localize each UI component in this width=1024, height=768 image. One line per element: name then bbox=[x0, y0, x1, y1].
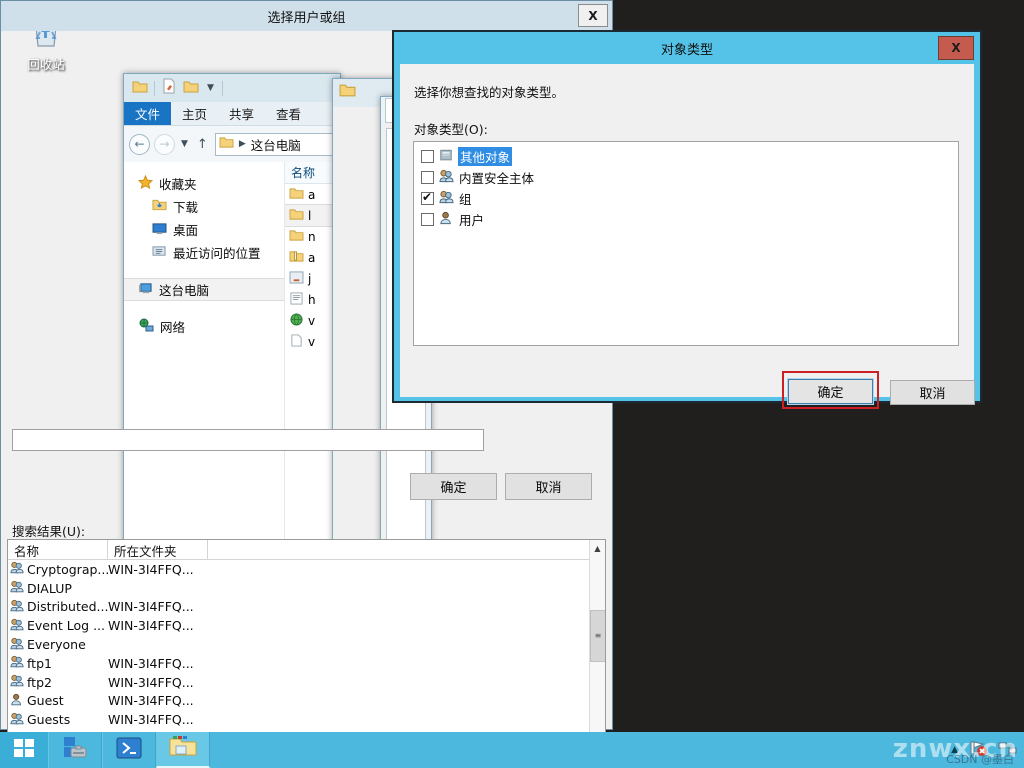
row-name: Distributed... bbox=[27, 599, 108, 615]
scrollbar-thumb[interactable]: ≡ bbox=[590, 610, 605, 662]
group-icon bbox=[10, 618, 24, 634]
table-row[interactable]: ftp1 WIN-3I4FFQ... bbox=[8, 654, 589, 673]
search-results-label: 搜索结果(U): bbox=[12, 524, 86, 539]
file-explorer-icon bbox=[168, 735, 198, 763]
taskbar-button-file-explorer[interactable] bbox=[156, 732, 210, 768]
row-folder: WIN-3I4FFQ... bbox=[108, 561, 194, 577]
user-icon bbox=[10, 693, 24, 709]
row-name: Guest bbox=[27, 693, 64, 709]
object-types-titlebar: 对象类型 X bbox=[394, 32, 980, 64]
watermark-sub: CSDN @墨白 bbox=[946, 753, 1014, 766]
row-name: ftp1 bbox=[27, 655, 52, 671]
table-row[interactable]: Guest WIN-3I4FFQ... bbox=[8, 692, 589, 711]
table-row[interactable]: ftp2 WIN-3I4FFQ... bbox=[8, 673, 589, 692]
checkbox-builtin-security-principals[interactable] bbox=[421, 171, 434, 184]
other-object-icon bbox=[439, 149, 453, 165]
checkbox-users[interactable] bbox=[421, 213, 434, 226]
search-results-list[interactable]: 名称 所在文件夹 Cryptograp... WIN-3I4FFQ... DIA… bbox=[7, 539, 606, 749]
object-type-item-other[interactable]: 其他对象 bbox=[414, 146, 958, 167]
object-type-label: 组 bbox=[459, 192, 472, 207]
table-row[interactable]: Cryptograp... WIN-3I4FFQ... bbox=[8, 560, 589, 579]
group-icon bbox=[439, 190, 454, 207]
table-row[interactable]: Distributed... WIN-3I4FFQ... bbox=[8, 598, 589, 617]
object-types-ok-button[interactable]: 确定 bbox=[787, 378, 874, 405]
group-icon bbox=[10, 580, 24, 596]
object-types-cancel-button[interactable]: 取消 bbox=[890, 380, 975, 405]
group-icon bbox=[10, 637, 24, 653]
object-types-list[interactable]: 其他对象 内置安全主体 组 bbox=[413, 141, 959, 346]
taskbar-button-powershell[interactable] bbox=[102, 732, 156, 768]
group-icon bbox=[439, 169, 454, 186]
column-header-name[interactable]: 名称 bbox=[8, 540, 108, 559]
ok-button-highlight: 确定 bbox=[782, 371, 879, 409]
close-icon[interactable]: X bbox=[938, 36, 974, 60]
taskbar-button-server-manager[interactable] bbox=[48, 732, 102, 768]
row-folder: WIN-3I4FFQ... bbox=[108, 618, 194, 634]
object-type-item-builtin[interactable]: 内置安全主体 bbox=[414, 167, 958, 188]
server-manager-icon bbox=[61, 735, 89, 765]
object-type-label: 用户 bbox=[459, 213, 485, 228]
search-results-table: 名称 所在文件夹 Cryptograp... WIN-3I4FFQ... DIA… bbox=[8, 540, 589, 748]
checkbox-groups[interactable] bbox=[421, 189, 434, 205]
table-row[interactable]: Guests WIN-3I4FFQ... bbox=[8, 710, 589, 729]
row-folder: WIN-3I4FFQ... bbox=[108, 712, 194, 728]
object-types-description: 选择你想查找的对象类型。 bbox=[414, 85, 565, 100]
group-icon bbox=[10, 674, 24, 690]
start-icon bbox=[12, 736, 36, 764]
start-button[interactable] bbox=[0, 732, 48, 768]
object-names-input[interactable] bbox=[12, 429, 484, 451]
results-scrollbar[interactable]: ▲ ≡ ▼ bbox=[589, 540, 605, 748]
scroll-up-button[interactable]: ▲ bbox=[589, 540, 605, 557]
object-type-item-users[interactable]: 用户 bbox=[414, 209, 958, 230]
desktop: 回收站 ▼ 文件 主页 共享 查看 ← → ▼ ↑ ▶ 这台电脑 收藏夹 下载 … bbox=[0, 0, 1024, 749]
powershell-icon bbox=[115, 736, 143, 764]
row-folder: WIN-3I4FFQ... bbox=[108, 599, 194, 615]
row-name: Cryptograp... bbox=[27, 561, 108, 577]
group-icon bbox=[10, 655, 24, 671]
object-type-item-groups[interactable]: 组 bbox=[414, 188, 958, 209]
column-header-folder[interactable]: 所在文件夹 bbox=[108, 540, 208, 559]
row-name: Guests bbox=[27, 712, 71, 728]
checkbox-other-objects[interactable] bbox=[421, 150, 434, 163]
select-dialog-title: 选择用户或组 bbox=[267, 10, 346, 26]
row-name: Everyone bbox=[27, 637, 86, 653]
object-types-title: 对象类型 bbox=[660, 42, 713, 58]
search-results-header: 名称 所在文件夹 bbox=[8, 540, 589, 560]
object-type-label: 内置安全主体 bbox=[459, 171, 535, 186]
row-name: ftp2 bbox=[27, 674, 52, 690]
select-dialog-cancel-button[interactable]: 取消 bbox=[505, 473, 592, 500]
table-row[interactable]: DIALUP bbox=[8, 579, 589, 598]
group-icon bbox=[10, 599, 24, 615]
object-types-list-label: 对象类型(O): bbox=[414, 122, 488, 137]
row-folder: WIN-3I4FFQ... bbox=[108, 693, 194, 709]
row-name: DIALUP bbox=[27, 580, 72, 596]
table-row[interactable]: Everyone bbox=[8, 635, 589, 654]
row-folder: WIN-3I4FFQ... bbox=[108, 674, 194, 690]
group-icon bbox=[10, 561, 24, 577]
object-types-body: 选择你想查找的对象类型。 对象类型(O): 其他对象 内置安全主体 ✔ 组 用户… bbox=[400, 64, 975, 409]
close-icon[interactable]: X bbox=[578, 4, 608, 27]
taskbar: ▲ znwx.cn CSDN @墨白 bbox=[0, 732, 1024, 768]
select-dialog-titlebar: 选择用户或组 X bbox=[1, 1, 612, 31]
group-icon bbox=[10, 712, 24, 728]
object-type-label: 其他对象 bbox=[458, 147, 513, 166]
row-folder: WIN-3I4FFQ... bbox=[108, 655, 194, 671]
table-row[interactable]: Event Log ... WIN-3I4FFQ... bbox=[8, 616, 589, 635]
user-icon bbox=[439, 211, 454, 228]
column-header-filler bbox=[208, 540, 589, 559]
select-dialog-ok-button[interactable]: 确定 bbox=[410, 473, 497, 500]
row-name: Event Log ... bbox=[27, 618, 106, 634]
object-types-dialog[interactable]: 对象类型 X 选择你想查找的对象类型。 对象类型(O): 其他对象 内置安全主体… bbox=[392, 30, 982, 409]
